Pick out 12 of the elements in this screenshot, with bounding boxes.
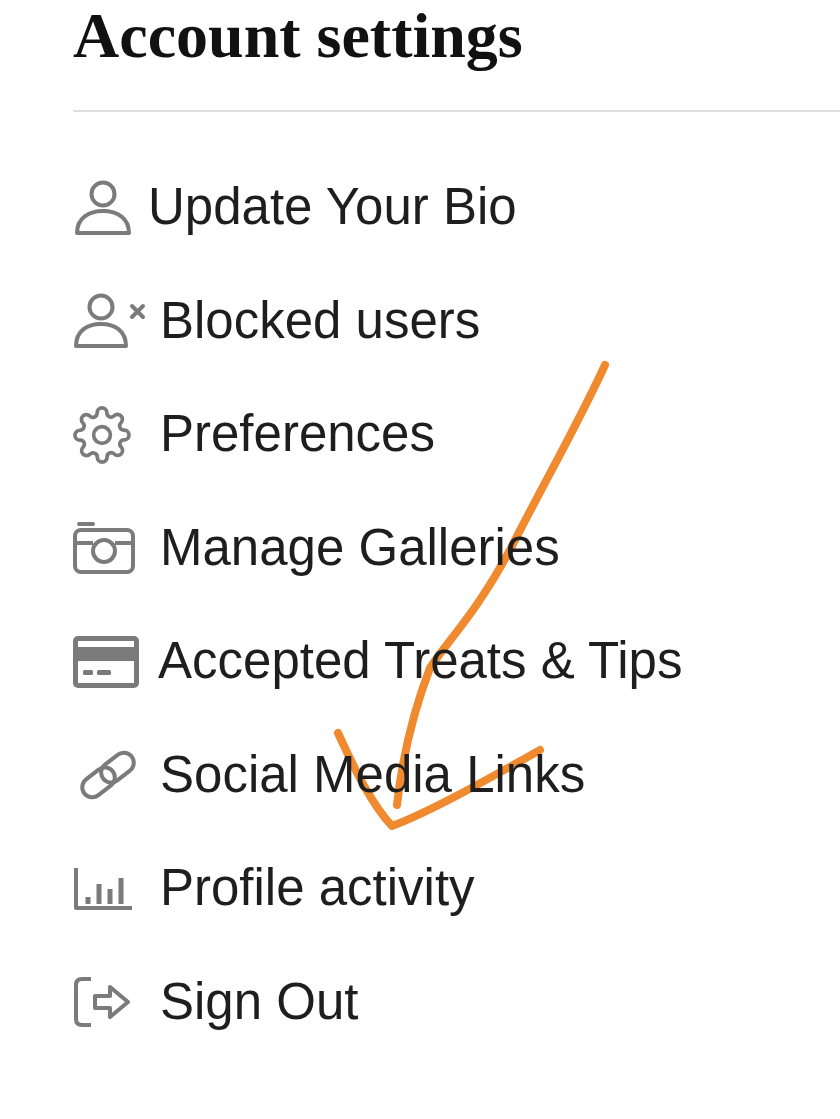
menu-item[interactable]: Blocked users [73,264,481,378]
card-icon [73,635,139,688]
camera-icon [73,521,135,576]
gear-icon [73,405,131,464]
menu-item[interactable]: Profile activity [73,832,475,946]
menu-item[interactable]: Update Your Bio [73,151,517,265]
user-cross-icon [73,293,146,350]
exit-arrow-icon [73,976,133,1029]
bar-chart-icon [73,866,133,911]
menu-item[interactable]: Sign Out [73,945,359,1059]
user-icon [73,179,133,236]
menu-item[interactable]: Preferences [73,378,435,492]
